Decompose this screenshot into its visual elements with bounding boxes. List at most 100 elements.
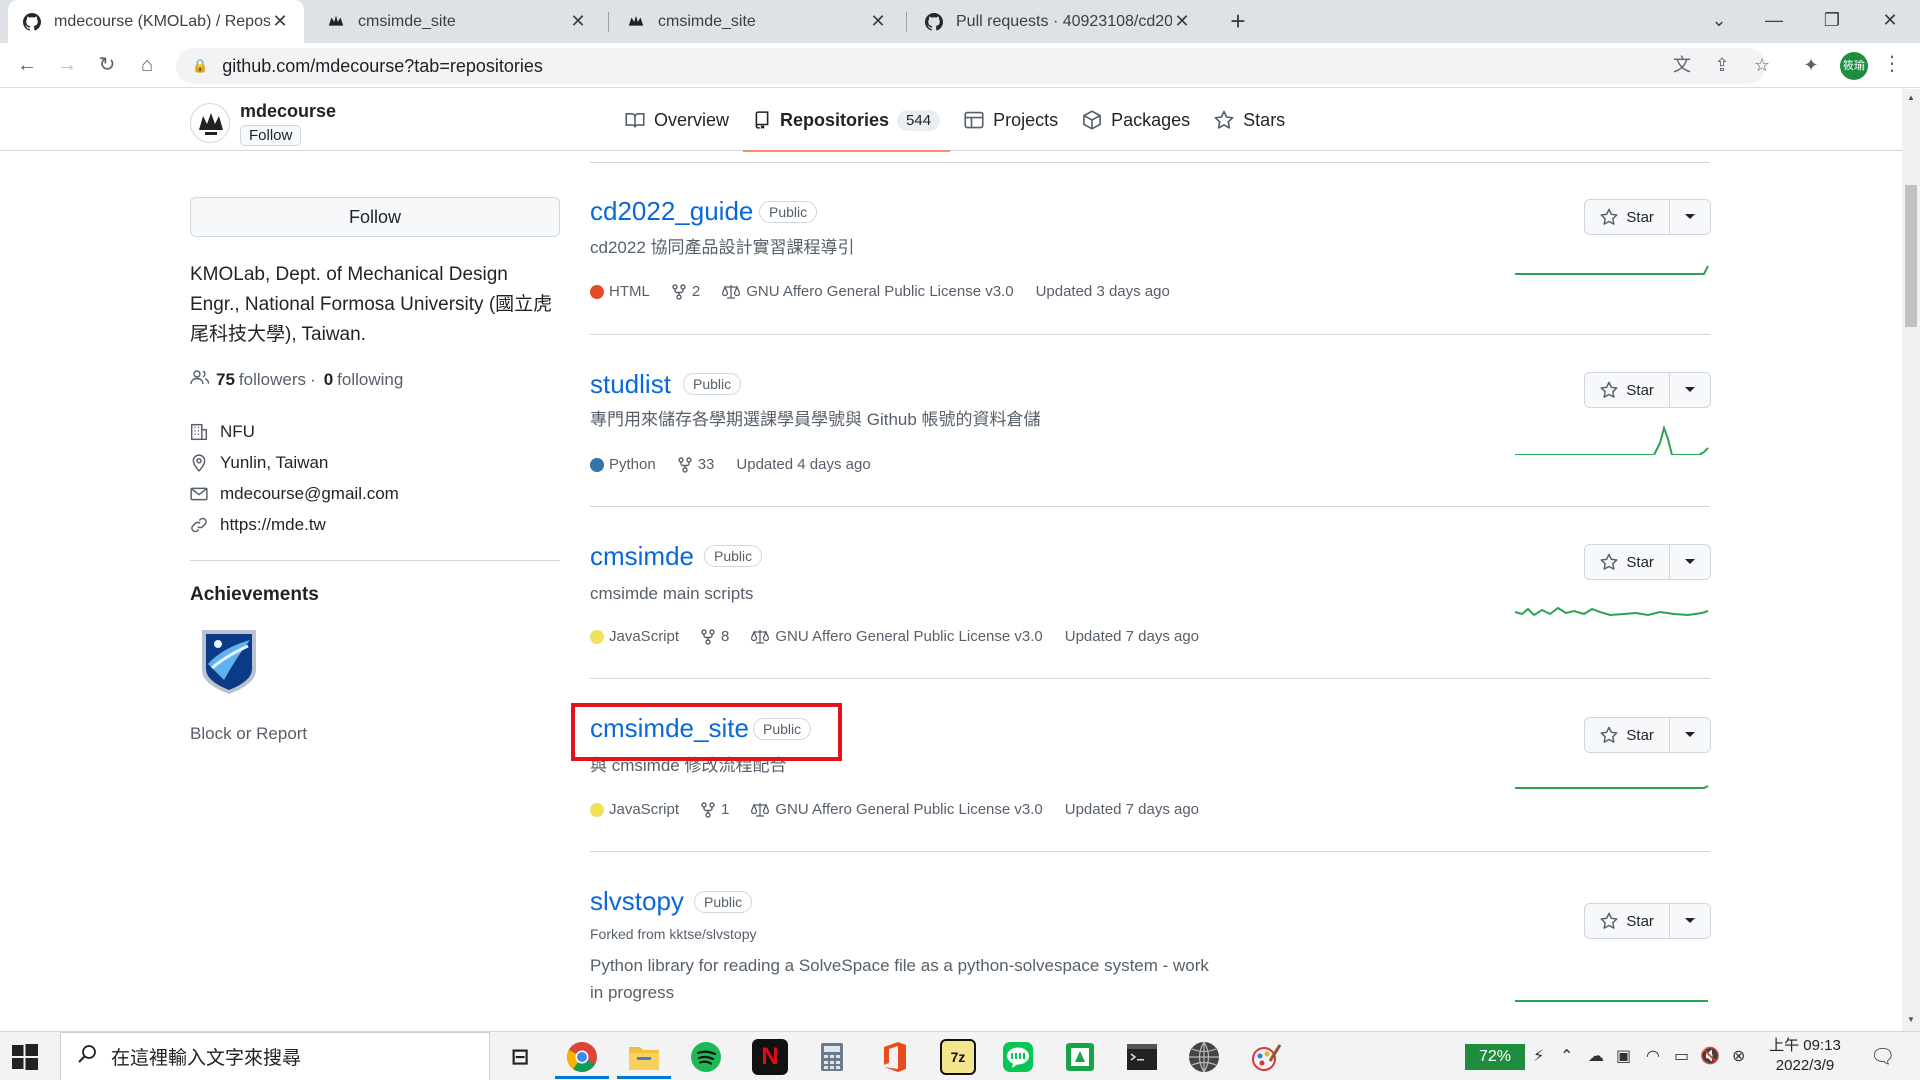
follow-button[interactable]: Follow [190, 197, 560, 237]
activity-sparkline [1514, 606, 1709, 617]
close-icon[interactable]: ✕ [1172, 11, 1192, 32]
office-icon[interactable] [876, 1039, 912, 1075]
tab-stars[interactable]: Stars [1204, 89, 1295, 151]
calculator-icon[interactable] [814, 1039, 850, 1075]
star-button[interactable]: Star [1585, 718, 1671, 752]
star-button[interactable]: Star [1585, 200, 1671, 234]
law-icon [751, 802, 770, 818]
followers-count[interactable]: 75 [216, 370, 235, 390]
browser-tab-3[interactable]: Pull requests · 40923108/cd202 ✕ [910, 0, 1206, 43]
back-arrow-icon[interactable]: ← [12, 51, 42, 81]
ime-icon[interactable]: ⊗ [1732, 1046, 1745, 1066]
repo-name-link[interactable]: studlist [590, 369, 671, 400]
mail-icon [190, 485, 210, 503]
star-button-group: Star [1584, 544, 1711, 580]
avatar[interactable] [190, 103, 230, 143]
repo-description: cmsimde main scripts [590, 584, 754, 603]
vcard-organization: NFU [190, 422, 560, 442]
line-app-icon[interactable] [1000, 1039, 1036, 1075]
star-list-dropdown[interactable] [1670, 718, 1710, 752]
battery-tray-icon[interactable]: ▭ [1674, 1046, 1689, 1066]
forks-link[interactable]: 33 [678, 456, 714, 473]
share-icon[interactable]: ⇪ [1708, 52, 1736, 80]
file-explorer-icon[interactable] [626, 1039, 662, 1075]
paint-app-icon[interactable] [1248, 1039, 1284, 1075]
translate-icon[interactable]: 文 [1668, 52, 1696, 80]
block-or-report-link[interactable]: Block or Report [190, 724, 307, 744]
browser-tab-1[interactable]: cmsimde_site ✕ [312, 0, 602, 43]
profile-avatar[interactable]: 筱瑜 [1840, 52, 1868, 80]
close-icon[interactable]: ✕ [568, 11, 588, 32]
chrome-icon[interactable] [564, 1039, 600, 1075]
star-list-dropdown[interactable] [1670, 904, 1710, 938]
following-link[interactable]: following [337, 370, 403, 390]
taskbar-search-input[interactable]: 在這裡輸入文字來搜尋 [60, 1032, 490, 1080]
extensions-icon[interactable]: ✦ [1797, 52, 1825, 80]
scroll-up-arrow-icon[interactable]: ▲ [1905, 93, 1917, 102]
repo-name-link[interactable]: cmsimde [590, 541, 694, 572]
notification-icon[interactable]: 🗨 [1870, 1044, 1895, 1069]
power-plug-icon[interactable]: ⚡ [1533, 1046, 1544, 1066]
netflix-icon[interactable]: N [752, 1039, 788, 1075]
green-app-icon[interactable] [1062, 1039, 1098, 1075]
repo-description: 專門用來儲存各學期選課學員學號與 Github 帳號的資料倉儲 [590, 410, 1041, 429]
windows-start-icon[interactable] [12, 1044, 38, 1070]
forward-arrow-icon[interactable]: → [52, 51, 82, 81]
restore-button[interactable]: ❐ [1803, 0, 1861, 43]
close-icon[interactable]: ✕ [868, 11, 888, 32]
forks-link[interactable]: 8 [701, 628, 729, 645]
star-list-dropdown[interactable] [1670, 200, 1710, 234]
achievement-badge[interactable] [196, 624, 262, 696]
globe-app-icon[interactable] [1186, 1039, 1222, 1075]
new-tab-button[interactable]: + [1222, 6, 1254, 38]
minimize-button[interactable]: — [1745, 0, 1803, 43]
fork-icon [701, 801, 715, 818]
forks-link[interactable]: 2 [672, 283, 700, 300]
7zip-icon[interactable]: 7z [940, 1039, 976, 1075]
spotify-icon[interactable] [688, 1039, 724, 1075]
onedrive-cloud-icon[interactable]: ☁ [1588, 1046, 1604, 1066]
device-icon[interactable]: ▣ [1616, 1046, 1631, 1066]
browser-tab-0[interactable]: mdecourse (KMOLab) / Reposi ✕ [8, 0, 304, 43]
repo-name-link[interactable]: cd2022_guide [590, 196, 753, 227]
caret-down-icon [1685, 918, 1696, 923]
reload-icon[interactable]: ↻ [92, 51, 122, 81]
close-window-button[interactable]: ✕ [1861, 0, 1919, 43]
scrollbar-thumb[interactable] [1905, 185, 1917, 327]
bookmark-star-icon[interactable]: ☆ [1748, 52, 1776, 80]
close-icon[interactable]: ✕ [270, 11, 290, 32]
star-button[interactable]: Star [1585, 904, 1671, 938]
tab-packages[interactable]: Packages [1072, 89, 1200, 151]
scroll-down-arrow-icon[interactable]: ▼ [1905, 1015, 1917, 1024]
tab-search-chevron-icon[interactable]: ⌄ [1690, 0, 1748, 43]
battery-indicator[interactable]: 72% [1465, 1044, 1525, 1070]
task-view-icon[interactable]: ⊟ [502, 1039, 538, 1075]
sidebar-divider [190, 560, 560, 561]
volume-muted-icon[interactable]: 🔇 [1700, 1046, 1720, 1066]
header-username[interactable]: mdecourse [240, 101, 336, 122]
forks-link[interactable]: 1 [701, 801, 729, 818]
email-link[interactable]: mdecourse@gmail.com [220, 484, 399, 504]
star-button[interactable]: Star [1585, 373, 1671, 407]
following-count[interactable]: 0 [324, 370, 333, 390]
more-menu-icon[interactable]: ⋮ [1882, 51, 1902, 76]
home-icon[interactable]: ⌂ [132, 51, 162, 81]
tab-overview[interactable]: Overview [615, 89, 739, 151]
address-bar[interactable]: 🔒 github.com/mdecourse?tab=repositories [176, 48, 1766, 84]
wifi-icon[interactable]: ◠ [1646, 1046, 1660, 1066]
browser-tab-2[interactable]: cmsimde_site ✕ [612, 0, 902, 43]
caret-down-icon [1685, 732, 1696, 737]
repo-name-link[interactable]: slvstopy [590, 886, 684, 917]
tab-projects[interactable]: Projects [954, 89, 1068, 151]
header-follow-button[interactable]: Follow [240, 125, 302, 146]
tab-repositories[interactable]: Repositories 544 [743, 89, 951, 152]
chevron-up-icon[interactable]: ⌃ [1560, 1046, 1573, 1066]
star-list-dropdown[interactable] [1670, 373, 1710, 407]
terminal-icon[interactable] [1124, 1039, 1160, 1075]
star-list-dropdown[interactable] [1670, 545, 1710, 579]
star-button[interactable]: Star [1585, 545, 1671, 579]
website-link[interactable]: https://mde.tw [220, 515, 326, 535]
followers-link[interactable]: followers [239, 370, 306, 390]
system-clock[interactable]: 上午 09:13 2022/3/9 [1760, 1036, 1850, 1076]
forked-from-label[interactable]: Forked from kktse/slvstopy [590, 926, 757, 942]
